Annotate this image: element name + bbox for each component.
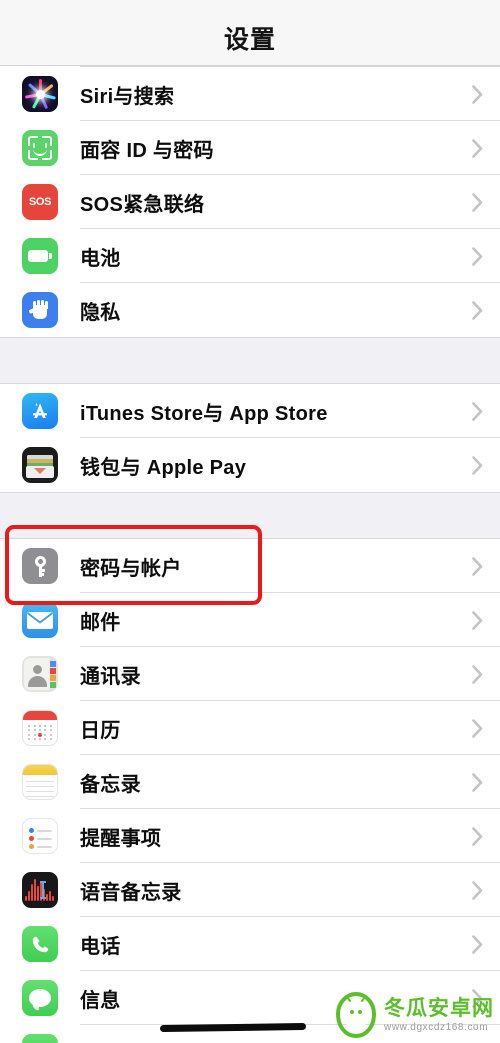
settings-row-label: 邮件	[80, 611, 121, 634]
icon-slot	[0, 764, 80, 800]
chevron-right-icon	[454, 826, 500, 846]
settings-row-label: iTunes Store与 App Store	[80, 402, 328, 425]
chevron-right-icon	[454, 772, 500, 792]
settings-row-label: 日历	[80, 719, 121, 742]
voice-memos-icon	[22, 872, 58, 908]
chevron-right-icon	[454, 246, 500, 266]
settings-row-battery[interactable]: 电池	[0, 229, 500, 283]
faceid-icon	[22, 130, 58, 166]
watermark-url: www.dgxcdz168.com	[384, 1021, 489, 1033]
chevron-right-icon	[454, 300, 500, 320]
icon-slot: SOS	[0, 184, 80, 220]
icon-slot	[0, 710, 80, 746]
chevron-right-icon	[454, 192, 500, 212]
settings-row-label: 钱包与 Apple Pay	[80, 456, 247, 479]
settings-group-system: Siri与搜索 面容 ID 与密码 SOS SOS紧急联络 电池 隐私	[0, 66, 500, 337]
icon-slot	[0, 980, 80, 1016]
chevron-right-icon	[454, 138, 500, 158]
watermark-logo-icon	[334, 991, 378, 1039]
settings-row-label: 提醒事项	[80, 827, 162, 850]
chevron-right-icon	[454, 934, 500, 954]
settings-row-siri[interactable]: Siri与搜索	[0, 67, 500, 121]
battery-icon	[22, 238, 58, 274]
chevron-right-icon	[454, 401, 500, 421]
page-title: 设置	[223, 26, 276, 54]
icon-slot	[0, 602, 80, 638]
siri-icon	[22, 76, 58, 112]
notes-icon	[22, 764, 58, 800]
reminders-icon	[22, 818, 58, 854]
settings-row-phone[interactable]: 电话	[0, 917, 500, 971]
privacy-hand-icon	[22, 292, 58, 328]
group-separator-gap	[0, 337, 500, 384]
settings-row-label: 通讯录	[80, 665, 141, 688]
icon-slot	[0, 1034, 80, 1043]
sos-icon: SOS	[22, 184, 58, 220]
settings-row-label: 电话	[80, 935, 121, 958]
icon-slot	[0, 872, 80, 908]
settings-row-label: 密码与帐户	[80, 557, 182, 580]
settings-group-store: iTunes Store与 App Store 钱包与 Apple Pay	[0, 384, 500, 492]
settings-row-privacy[interactable]: 隐私	[0, 283, 500, 337]
settings-row-calendar[interactable]: 日历	[0, 701, 500, 755]
settings-row-reminders[interactable]: 提醒事项	[0, 809, 500, 863]
settings-row-wallet-apple-pay[interactable]: 钱包与 Apple Pay	[0, 438, 500, 492]
settings-row-passwords-accounts[interactable]: 密码与帐户	[0, 539, 500, 593]
settings-row-label: 隐私	[80, 301, 121, 324]
icon-slot	[0, 238, 80, 274]
icon-slot	[0, 76, 80, 112]
chevron-right-icon	[454, 556, 500, 576]
settings-row-contacts[interactable]: 通讯录	[0, 647, 500, 701]
icon-slot	[0, 130, 80, 166]
settings-row-label: 备忘录	[80, 773, 141, 796]
messages-icon	[22, 980, 58, 1016]
chevron-right-icon	[454, 880, 500, 900]
watermark-title: 冬瓜安卓网	[384, 996, 494, 1020]
settings-row-face-id[interactable]: 面容 ID 与密码	[0, 121, 500, 175]
chevron-right-icon	[454, 455, 500, 475]
settings-row-label: 语音备忘录	[80, 881, 182, 904]
settings-row-label: 面容 ID 与密码	[80, 139, 214, 162]
settings-row-label: Siri与搜索	[80, 85, 175, 108]
settings-row-label: 电池	[80, 247, 121, 270]
icon-slot	[0, 292, 80, 328]
settings-row-label: SOS紧急联络	[80, 193, 205, 216]
key-icon	[22, 548, 58, 584]
mail-icon	[22, 602, 58, 638]
settings-group-apps: 密码与帐户 邮件 通讯录 日历 备忘录 提醒事项 语音备忘录 电话 信息	[0, 539, 500, 1043]
calendar-icon	[22, 710, 58, 746]
settings-list[interactable]: Siri与搜索 面容 ID 与密码 SOS SOS紧急联络 电池 隐私 iTun…	[0, 66, 500, 1043]
icon-slot	[0, 818, 80, 854]
settings-row-mail[interactable]: 邮件	[0, 593, 500, 647]
icon-slot	[0, 447, 80, 483]
chevron-right-icon	[454, 664, 500, 684]
settings-row-notes[interactable]: 备忘录	[0, 755, 500, 809]
settings-row-emergency-sos[interactable]: SOS SOS紧急联络	[0, 175, 500, 229]
app-store-icon	[22, 393, 58, 429]
chevron-right-icon	[454, 84, 500, 104]
icon-slot	[0, 393, 80, 429]
watermark-text: 冬瓜安卓网 www.dgxcdz168.com	[384, 998, 494, 1033]
group-separator-gap	[0, 492, 500, 539]
facetime-icon	[22, 1034, 58, 1043]
icon-slot	[0, 656, 80, 692]
chevron-right-icon	[454, 610, 500, 630]
navigation-bar: 设置	[0, 0, 500, 66]
watermark: 冬瓜安卓网 www.dgxcdz168.com	[334, 991, 494, 1039]
wallet-icon	[22, 447, 58, 483]
icon-slot	[0, 548, 80, 584]
contacts-icon	[22, 656, 58, 692]
settings-row-voice-memos[interactable]: 语音备忘录	[0, 863, 500, 917]
settings-row-itunes-app-store[interactable]: iTunes Store与 App Store	[0, 384, 500, 438]
chevron-right-icon	[454, 718, 500, 738]
icon-slot	[0, 926, 80, 962]
phone-icon	[22, 926, 58, 962]
iphone-settings-screen: 设置 Siri与搜索 面容 ID 与密码 SOS SOS紧急联络 电池 隐私 i…	[0, 0, 500, 1043]
